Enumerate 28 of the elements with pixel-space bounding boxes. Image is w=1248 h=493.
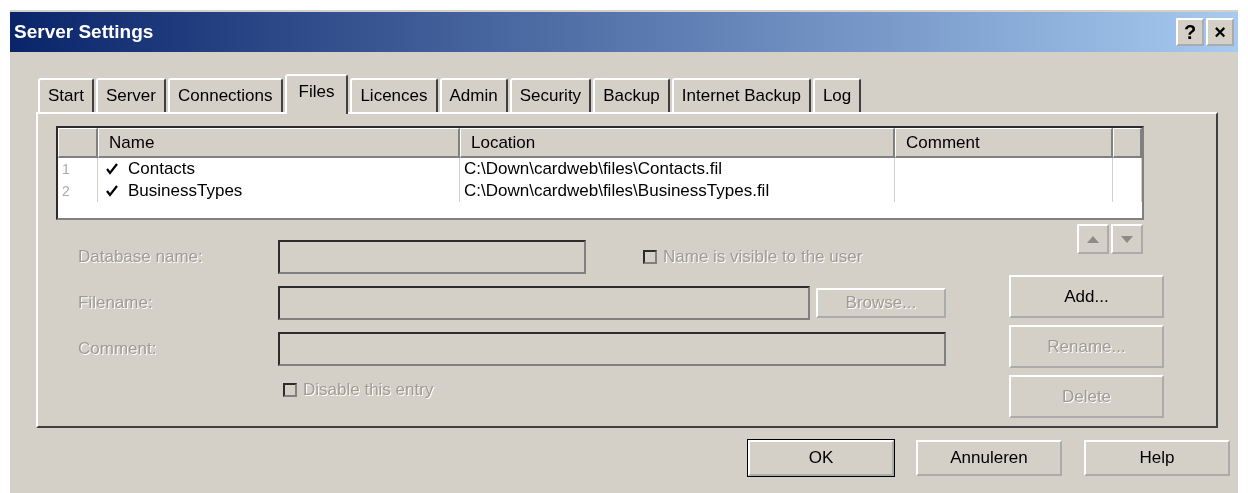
tab[interactable]: Security xyxy=(509,78,592,112)
ok-button[interactable]: OK xyxy=(748,440,894,476)
table-cell: BusinessTypes xyxy=(128,180,243,202)
row-number: 2 xyxy=(58,180,98,202)
down-arrow-icon xyxy=(1121,235,1133,243)
help-button[interactable]: Help xyxy=(1084,440,1230,476)
close-button[interactable]: × xyxy=(1206,18,1234,46)
tab[interactable]: Log xyxy=(812,78,862,112)
column-header[interactable]: Location xyxy=(460,128,895,158)
cancel-button[interactable]: Annuleren xyxy=(916,440,1062,476)
table-cell: Contacts xyxy=(128,158,196,180)
column-header[interactable]: Name xyxy=(98,128,460,158)
tab[interactable]: Connections xyxy=(168,78,283,112)
table-cell: C:\Down\cardweb\files\Contacts.fil xyxy=(460,158,895,180)
column-header[interactable]: Comment xyxy=(895,128,1113,158)
tab[interactable]: Backup xyxy=(593,78,670,112)
help-button[interactable]: ? xyxy=(1176,18,1204,46)
table-cell: C:\Down\cardweb\files\BusinessTypes.fil xyxy=(460,180,895,202)
tab[interactable]: Internet Backup xyxy=(671,78,811,112)
tab[interactable]: Server xyxy=(95,78,166,112)
tab[interactable]: Start xyxy=(38,78,94,112)
tab[interactable]: Licences xyxy=(350,78,438,112)
tab[interactable]: Admin xyxy=(439,78,508,112)
add-button[interactable]: Add... xyxy=(1009,275,1164,318)
row-number: 1 xyxy=(58,158,98,180)
tab[interactable]: Files xyxy=(284,74,349,114)
window-title: Server Settings xyxy=(14,21,154,43)
up-arrow-icon xyxy=(1087,235,1099,243)
